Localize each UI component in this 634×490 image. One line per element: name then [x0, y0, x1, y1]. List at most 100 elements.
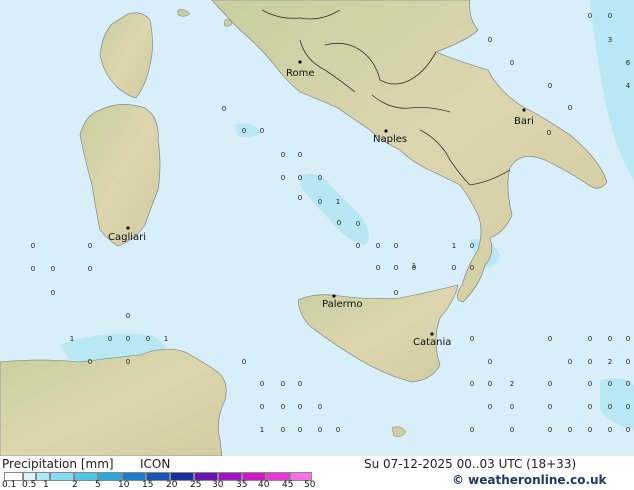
north-africa [0, 348, 227, 456]
grid-value: 0 [488, 380, 492, 388]
legend-tick-label: 45 [282, 480, 294, 490]
grid-value: 0 [108, 335, 112, 343]
grid-value: 0 [510, 59, 514, 67]
grid-value: 0 [394, 242, 398, 250]
copyright[interactable]: © weatheronline.co.uk [452, 473, 607, 487]
grid-value: 0 [547, 129, 551, 137]
grid-value: 0 [588, 358, 592, 366]
grid-value: 0 [626, 358, 630, 366]
grid-value: 0 [242, 127, 246, 135]
legend-tick-label: 0.1 [2, 480, 17, 490]
grid-value: 0 [510, 426, 514, 434]
grid-value: 1 [70, 335, 74, 343]
grid-value: 0 [608, 403, 612, 411]
grid-value: 0 [126, 335, 130, 343]
city-label-catania: Catania [413, 337, 451, 348]
grid-value: 0 [510, 403, 514, 411]
grid-value: 6 [626, 59, 631, 67]
grid-value: 0 [146, 335, 150, 343]
grid-value: 0 [394, 289, 398, 297]
grid-value: 0 [470, 264, 474, 272]
grid-value: 0 [281, 380, 285, 388]
grid-value: 0 [548, 380, 552, 388]
grid-value: 1 [336, 198, 340, 206]
grid-value: 0 [470, 426, 474, 434]
grid-value: 0 [376, 242, 380, 250]
grid-value: 0 [222, 105, 226, 113]
grid-value: 0 [548, 82, 552, 90]
grid-value: 1 [452, 242, 456, 250]
grid-value: 0 [470, 335, 474, 343]
grid-value: 0 [568, 104, 572, 112]
grid-value: 0 [281, 403, 285, 411]
grid-value: 0 [281, 426, 285, 434]
grid-value: 0 [548, 426, 552, 434]
legend-tick-label: 40 [258, 480, 270, 490]
grid-value: 0 [260, 403, 264, 411]
grid-value: 0 [88, 265, 92, 273]
grid-value: 1 [412, 262, 416, 270]
grid-value: 0 [298, 380, 302, 388]
grid-value: 1 [164, 335, 168, 343]
grid-value: 0 [470, 242, 474, 250]
grid-value: 0 [626, 380, 630, 388]
grid-value: 0 [568, 358, 572, 366]
grid-value: 0 [298, 151, 302, 159]
legend-tick-label: 10 [118, 480, 130, 490]
grid-value: 0 [608, 426, 612, 434]
grid-value: 0 [588, 380, 592, 388]
city-label-palermo: Palermo [322, 299, 362, 310]
grid-value: 0 [626, 403, 630, 411]
grid-value: 0 [452, 264, 456, 272]
grid-value: 0 [281, 151, 285, 159]
grid-value: 0 [588, 403, 592, 411]
legend-ticks: 0.1 0.5 1 2 5 10 15 20 25 30 35 40 45 50 [0, 480, 340, 490]
grid-value: 0 [88, 242, 92, 250]
grid-value: 0 [281, 174, 285, 182]
legend-tick-label: 20 [166, 480, 178, 490]
grid-value: 0 [608, 335, 612, 343]
grid-value: 0 [88, 358, 92, 366]
grid-value: 0 [608, 12, 612, 20]
grid-value: 0 [488, 403, 492, 411]
city-label-cagliari: Cagliari [108, 232, 146, 243]
legend-tick-label: 1 [43, 480, 49, 490]
legend-tick-label: 5 [95, 480, 101, 490]
grid-value: 0 [318, 198, 322, 206]
legend-tick-label: 35 [236, 480, 248, 490]
legend-tick-label: 25 [190, 480, 202, 490]
grid-value: 0 [356, 220, 360, 228]
grid-value: 0 [394, 264, 398, 272]
grid-value: 0 [260, 380, 264, 388]
grid-value: 0 [336, 426, 340, 434]
grid-value: 0 [31, 242, 35, 250]
grid-value: 3 [608, 36, 612, 44]
grid-value: 0 [337, 219, 341, 227]
grid-value: 0 [588, 335, 592, 343]
grid-value: 0 [31, 265, 35, 273]
city-label-rome: Rome [286, 68, 315, 79]
legend-tick-label: 30 [212, 480, 224, 490]
grid-value: 0 [568, 426, 572, 434]
grid-value: 0 [608, 380, 612, 388]
grid-value: 0 [126, 358, 130, 366]
legend-tick-label: 0.5 [22, 480, 37, 490]
grid-value: 0 [298, 426, 302, 434]
grid-value: 0 [488, 36, 492, 44]
grid-value: 0 [626, 426, 630, 434]
city-label-bari: Bari [514, 116, 534, 127]
legend-tick-label: 50 [304, 480, 316, 490]
grid-value: 0 [51, 289, 55, 297]
grid-value: 0 [298, 194, 302, 202]
grid-value: 0 [260, 127, 264, 135]
grid-value: 2 [608, 358, 612, 366]
grid-value: 4 [626, 82, 631, 90]
grid-value: 0 [298, 174, 302, 182]
grid-value: 0 [470, 380, 474, 388]
grid-value: 0 [318, 174, 322, 182]
map-title: Precipitation [mm] [2, 457, 114, 471]
city-label-naples: Naples [373, 134, 407, 145]
grid-value: 2 [510, 380, 514, 388]
grid-value: 0 [376, 264, 380, 272]
grid-value: 0 [242, 358, 246, 366]
